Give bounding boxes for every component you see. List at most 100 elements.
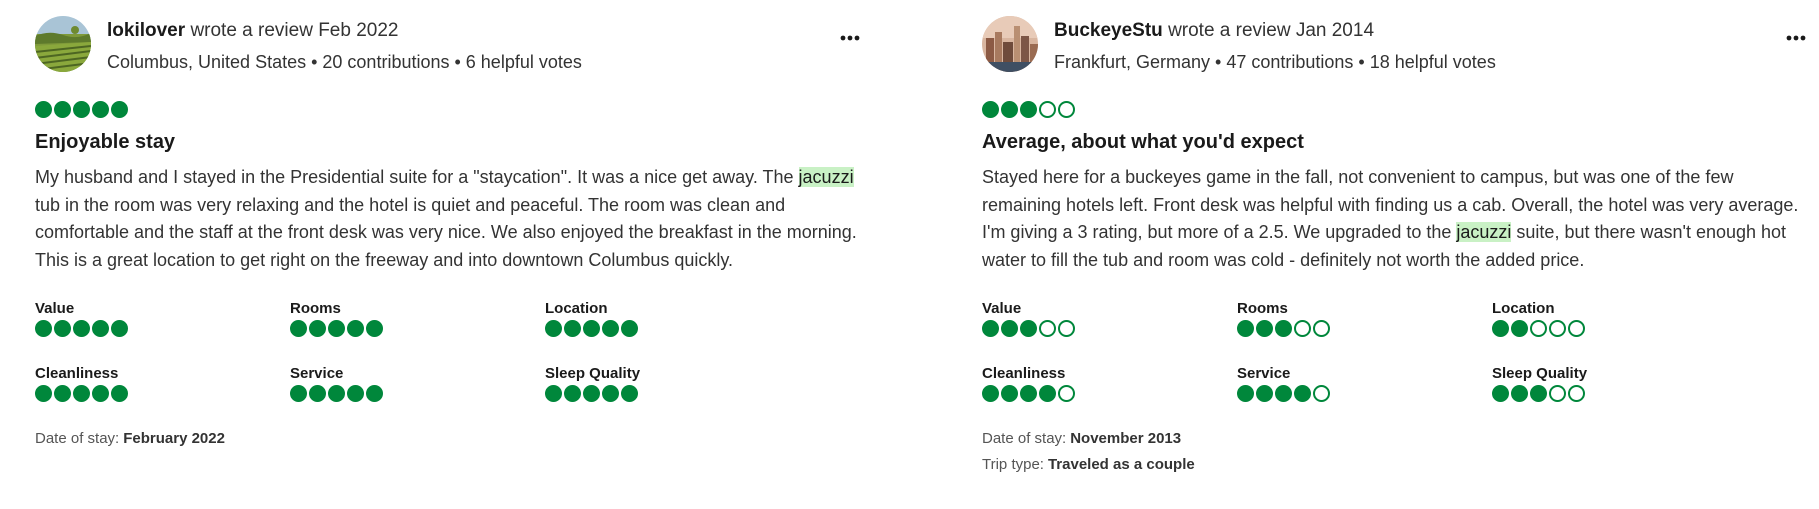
empty-bubble-icon <box>1058 385 1075 402</box>
empty-bubble-icon <box>1549 320 1566 337</box>
sub-rating-label: Value <box>35 300 75 317</box>
overall-rating-bubbles <box>35 101 128 118</box>
filled-bubble-icon <box>1511 320 1528 337</box>
avatar[interactable] <box>982 16 1038 72</box>
author-line: lokilover wrote a review Feb 2022 <box>107 20 399 42</box>
empty-bubble-icon <box>1294 320 1311 337</box>
filled-bubble-icon <box>1530 385 1547 402</box>
sub-ratings: Value Rooms Location Cleanliness Service… <box>35 300 795 410</box>
highlighted-keyword: jacuzzi <box>1456 222 1512 242</box>
sub-ratings: Value Rooms Location Cleanliness Service… <box>982 300 1742 410</box>
sub-rating-bubbles <box>982 385 1075 402</box>
sub-rating-bubbles <box>290 385 383 402</box>
sub-rating-bubbles <box>1492 385 1587 402</box>
filled-bubble-icon <box>328 385 345 402</box>
sub-rating-label: Rooms <box>290 300 341 317</box>
sub-rating-label: Value <box>982 300 1022 317</box>
filled-bubble-icon <box>347 320 364 337</box>
filled-bubble-icon <box>54 101 71 118</box>
filled-bubble-icon <box>73 320 90 337</box>
sub-rating-label: Rooms <box>1237 300 1288 317</box>
empty-bubble-icon <box>1549 385 1566 402</box>
avatar-city-image <box>982 16 1038 72</box>
review-header: BuckeyeStu wrote a review Jan 2014 Frank… <box>982 16 1812 76</box>
avatar[interactable] <box>35 16 91 72</box>
sub-rating-bubbles <box>1492 320 1585 337</box>
highlighted-keyword: jacuzzi <box>798 167 854 187</box>
filled-bubble-icon <box>290 385 307 402</box>
review-date-text: wrote a review Jan 2014 <box>1168 20 1375 41</box>
empty-bubble-icon <box>1530 320 1547 337</box>
filled-bubble-icon <box>1492 385 1509 402</box>
author-meta: Frankfurt, Germany • 47 contributions • … <box>1054 52 1496 72</box>
more-options-button[interactable] <box>835 26 865 50</box>
filled-bubble-icon <box>73 385 90 402</box>
trip-type: Trip type: Traveled as a couple <box>982 456 1195 473</box>
filled-bubble-icon <box>545 320 562 337</box>
filled-bubble-icon <box>73 101 90 118</box>
empty-bubble-icon <box>1058 320 1075 337</box>
empty-bubble-icon <box>1313 320 1330 337</box>
filled-bubble-icon <box>1294 385 1311 402</box>
filled-bubble-icon <box>1001 101 1018 118</box>
sub-rating-bubbles <box>982 320 1075 337</box>
review-title[interactable]: Enjoyable stay <box>35 131 175 154</box>
filled-bubble-icon <box>602 320 619 337</box>
filled-bubble-icon <box>1020 101 1037 118</box>
more-horizontal-icon <box>840 35 860 41</box>
review-body: My husband and I stayed in the President… <box>35 164 870 274</box>
sub-rating-label: Location <box>1492 300 1555 317</box>
sub-rating-label: Cleanliness <box>35 365 119 382</box>
empty-bubble-icon <box>1568 320 1585 337</box>
sub-rating-cleanliness: Cleanliness <box>982 365 1075 402</box>
author-name[interactable]: BuckeyeStu <box>1054 20 1163 41</box>
sub-rating-label: Service <box>1237 365 1291 382</box>
review-title[interactable]: Average, about what you'd expect <box>982 131 1304 154</box>
filled-bubble-icon <box>564 320 581 337</box>
filled-bubble-icon <box>290 320 307 337</box>
filled-bubble-icon <box>54 385 71 402</box>
sub-rating-value: Value <box>982 300 1075 337</box>
filled-bubble-icon <box>564 385 581 402</box>
filled-bubble-icon <box>1020 320 1037 337</box>
empty-bubble-icon <box>1058 101 1075 118</box>
filled-bubble-icon <box>1256 385 1273 402</box>
sub-rating-label: Cleanliness <box>982 365 1066 382</box>
sub-rating-rooms: Rooms <box>290 300 383 337</box>
date-of-stay: Date of stay: November 2013 <box>982 430 1181 447</box>
filled-bubble-icon <box>35 320 52 337</box>
filled-bubble-icon <box>1275 385 1292 402</box>
filled-bubble-icon <box>1020 385 1037 402</box>
filled-bubble-icon <box>309 320 326 337</box>
author-meta: Columbus, United States • 20 contributio… <box>107 52 582 72</box>
sub-rating-bubbles <box>1237 320 1330 337</box>
filled-bubble-icon <box>111 320 128 337</box>
overall-rating-bubbles <box>982 101 1075 118</box>
date-of-stay-value: February 2022 <box>123 430 225 447</box>
filled-bubble-icon <box>982 385 999 402</box>
sub-rating-location: Location <box>545 300 638 337</box>
filled-bubble-icon <box>1039 385 1056 402</box>
filled-bubble-icon <box>583 320 600 337</box>
review-card: lokilover wrote a review Feb 2022 Columb… <box>35 0 895 509</box>
empty-bubble-icon <box>1039 101 1056 118</box>
sub-rating-label: Location <box>545 300 608 317</box>
date-of-stay-label: Date of stay: <box>982 430 1067 447</box>
more-options-button[interactable] <box>1781 26 1811 50</box>
filled-bubble-icon <box>1001 320 1018 337</box>
sub-rating-rooms: Rooms <box>1237 300 1330 337</box>
author-name[interactable]: lokilover <box>107 20 185 41</box>
filled-bubble-icon <box>1492 320 1509 337</box>
filled-bubble-icon <box>1256 320 1273 337</box>
filled-bubble-icon <box>92 385 109 402</box>
filled-bubble-icon <box>366 320 383 337</box>
empty-bubble-icon <box>1313 385 1330 402</box>
filled-bubble-icon <box>1275 320 1292 337</box>
reviews-list: lokilover wrote a review Feb 2022 Columb… <box>0 0 1819 509</box>
filled-bubble-icon <box>111 101 128 118</box>
filled-bubble-icon <box>92 320 109 337</box>
avatar-vineyard-image <box>35 16 91 72</box>
sub-rating-service: Service <box>1237 365 1330 402</box>
sub-rating-bubbles <box>35 320 128 337</box>
sub-rating-label: Service <box>290 365 344 382</box>
